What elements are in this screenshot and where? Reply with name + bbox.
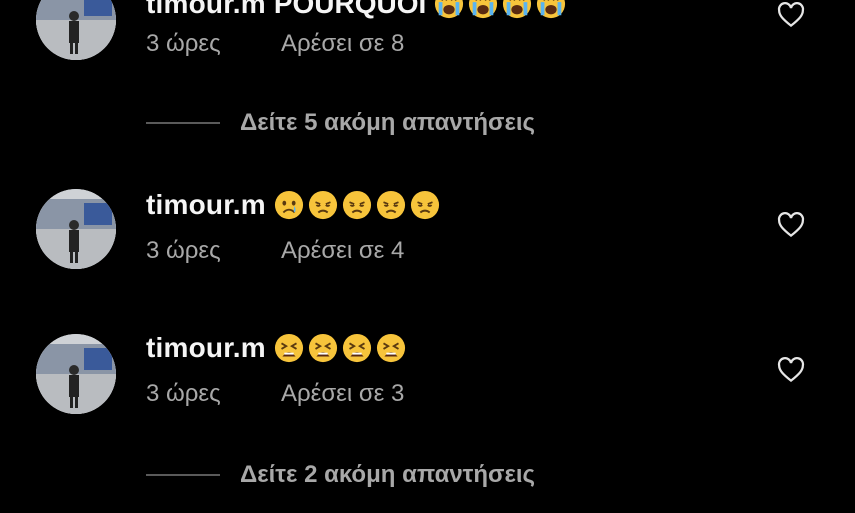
comment-text-line: timour.m POURQUOI — [146, 0, 566, 24]
comment-time[interactable]: 3 ώρες — [146, 380, 281, 408]
view-replies-label: Δείτε 2 ακόμη απαντήσεις — [240, 461, 535, 488]
comment-text: POURQUOI — [273, 0, 427, 19]
comment: timour.m — [0, 185, 855, 295]
comment: timour.m — [0, 328, 855, 438]
view-replies-button[interactable]: Δείτε 5 ακόμη απαντήσεις — [146, 106, 535, 140]
comment-meta: 3 ώρες Αρέσει σε 3 — [146, 380, 404, 408]
disappointed-face-icon — [410, 190, 439, 220]
comment-time[interactable]: 3 ώρες — [146, 237, 281, 265]
comment-likes[interactable]: Αρέσει σε 4 — [281, 237, 404, 265]
heart-icon[interactable] — [776, 0, 806, 30]
disappointed-face-icon — [376, 190, 405, 220]
comment-text-line: timour.m — [146, 328, 406, 368]
emoji-group — [274, 190, 440, 220]
replies-divider — [146, 122, 220, 124]
heart-icon[interactable] — [776, 210, 806, 240]
comment: timour.m POURQUOI 3 ώρες Αρέσει σε 8 — [0, 0, 855, 94]
comment-likes[interactable]: Αρέσει σε 8 — [281, 30, 404, 58]
avatar[interactable] — [36, 334, 116, 414]
comment-username[interactable]: timour.m — [146, 332, 266, 364]
loudly-crying-face-icon — [537, 0, 566, 19]
comment-username[interactable]: timour.m — [146, 189, 266, 221]
comment-username[interactable]: timour.m — [146, 0, 266, 20]
tired-face-icon — [274, 333, 303, 363]
crying-face-icon — [274, 190, 303, 220]
heart-icon[interactable] — [776, 355, 806, 385]
loudly-crying-face-icon — [469, 0, 498, 19]
comment-text-line: timour.m — [146, 185, 440, 225]
tired-face-icon — [342, 333, 371, 363]
loudly-crying-face-icon — [503, 0, 532, 19]
tired-face-icon — [376, 333, 405, 363]
avatar[interactable] — [36, 189, 116, 269]
view-replies-button[interactable]: Δείτε 2 ακόμη απαντήσεις — [146, 458, 535, 492]
comment-meta: 3 ώρες Αρέσει σε 8 — [146, 30, 404, 58]
view-replies-label: Δείτε 5 ακόμη απαντήσεις — [240, 109, 535, 136]
avatar[interactable] — [36, 0, 116, 60]
comment-likes[interactable]: Αρέσει σε 3 — [281, 380, 404, 408]
emoji-group — [434, 0, 566, 19]
tired-face-icon — [308, 333, 337, 363]
loudly-crying-face-icon — [435, 0, 464, 19]
replies-divider — [146, 474, 220, 476]
emoji-group — [274, 333, 406, 363]
disappointed-face-icon — [342, 190, 371, 220]
disappointed-face-icon — [308, 190, 337, 220]
comment-meta: 3 ώρες Αρέσει σε 4 — [146, 237, 404, 265]
comment-time[interactable]: 3 ώρες — [146, 30, 281, 58]
